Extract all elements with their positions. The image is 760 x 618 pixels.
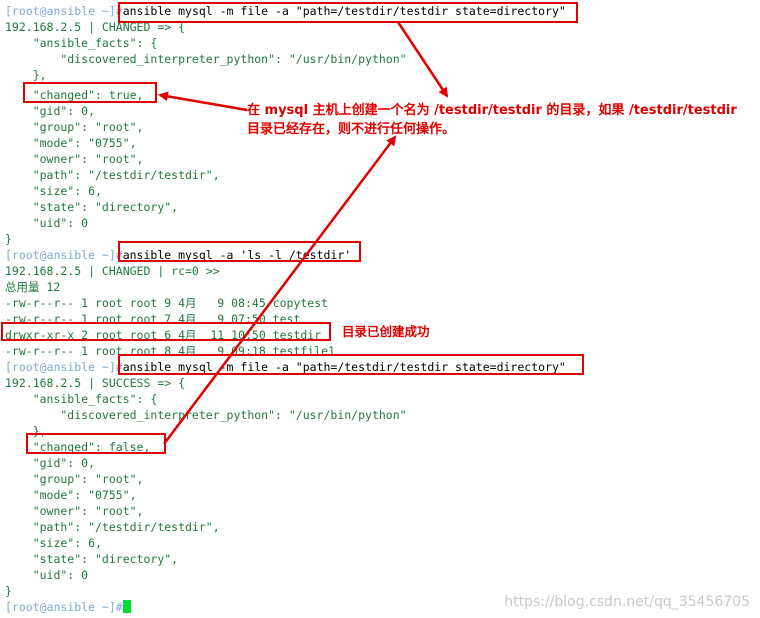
success-note: 目录已创建成功 bbox=[342, 324, 430, 339]
arrow-from-changed-false bbox=[163, 135, 397, 445]
arrow-to-changed-true bbox=[158, 91, 248, 112]
watermark: https://blog.csdn.net/qq_35456705 bbox=[504, 594, 750, 610]
annotation-note-line2: 目录已经存在，则不进行任何操作。 bbox=[247, 122, 456, 137]
annotation-note-line1: 在 mysql 主机上创建一个名为 /testdir/testdir 的目录，如… bbox=[247, 103, 737, 118]
arrow-to-command bbox=[396, 21, 449, 98]
annotation-note: 在 mysql 主机上创建一个名为 /testdir/testdir 的目录，如… bbox=[247, 101, 737, 139]
annotation-arrows bbox=[158, 21, 449, 445]
